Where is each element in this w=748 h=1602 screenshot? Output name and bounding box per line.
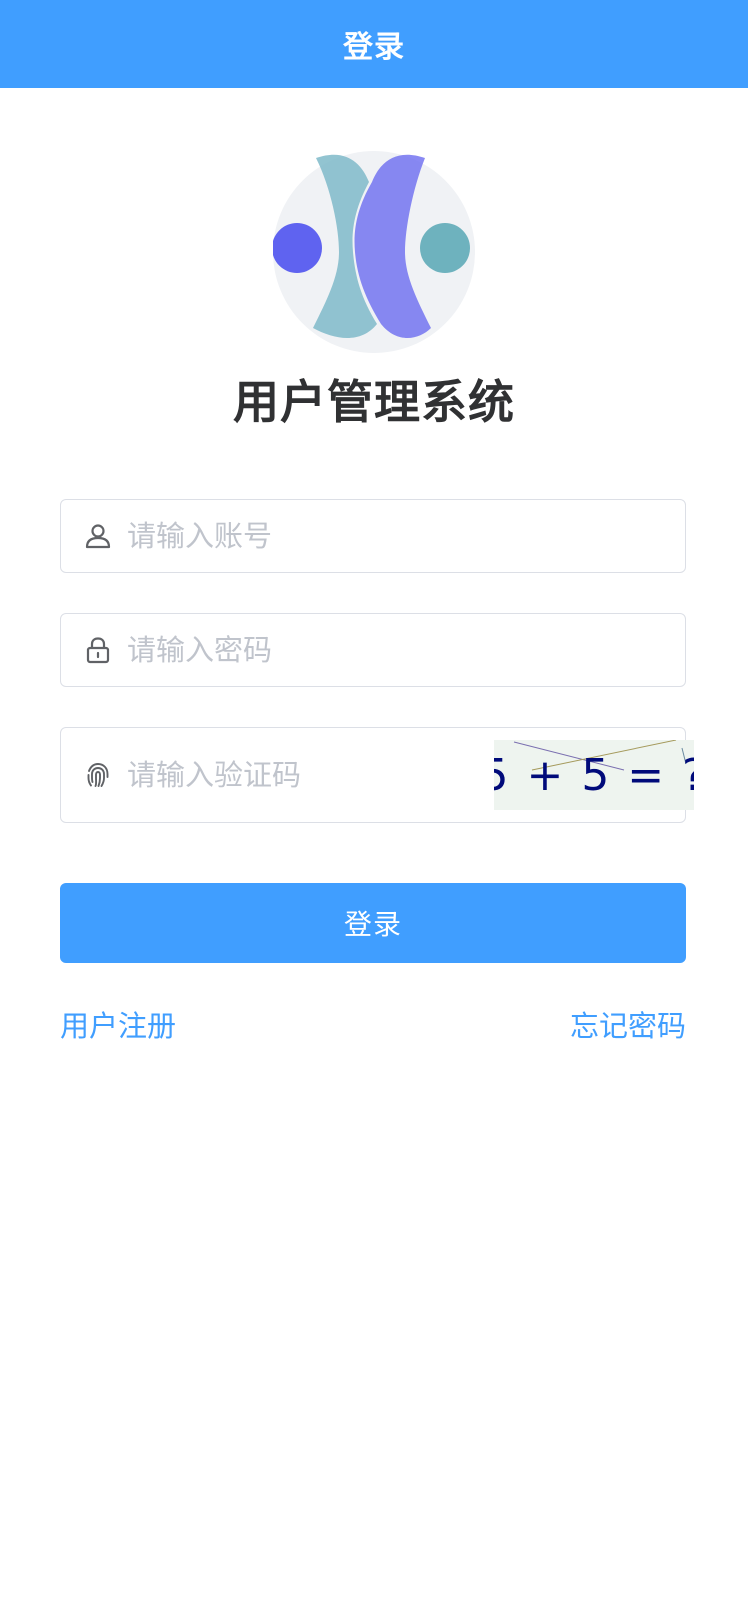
password-input[interactable] — [127, 614, 685, 686]
account-input[interactable] — [127, 500, 685, 572]
user-icon — [83, 521, 113, 551]
app-title: 用户管理系统 — [233, 375, 515, 429]
captcha-image[interactable]: 5 + 5 = ? — [494, 740, 694, 810]
navbar-title: 登录 — [343, 30, 405, 65]
register-link[interactable]: 用户注册 — [60, 1003, 176, 1045]
app-logo-icon — [272, 148, 475, 358]
password-field[interactable] — [60, 613, 686, 687]
captcha-field[interactable]: 5 + 5 = ? — [60, 727, 694, 823]
forgot-password-link[interactable]: 忘记密码 — [570, 1003, 686, 1045]
login-page: 登录 用户管理系统 请输入账号 请输入验证码 5 + 5 = 登录 用户注册 忘… — [0, 0, 748, 1602]
navigation-bar: 登录 — [0, 0, 748, 88]
login-button[interactable]: 登录 — [60, 883, 686, 963]
captcha-input[interactable] — [127, 728, 494, 822]
account-field[interactable] — [60, 499, 686, 573]
lock-icon — [83, 635, 113, 665]
fingerprint-icon — [83, 760, 113, 790]
captcha-text: 5 + 5 = ? — [494, 749, 694, 801]
